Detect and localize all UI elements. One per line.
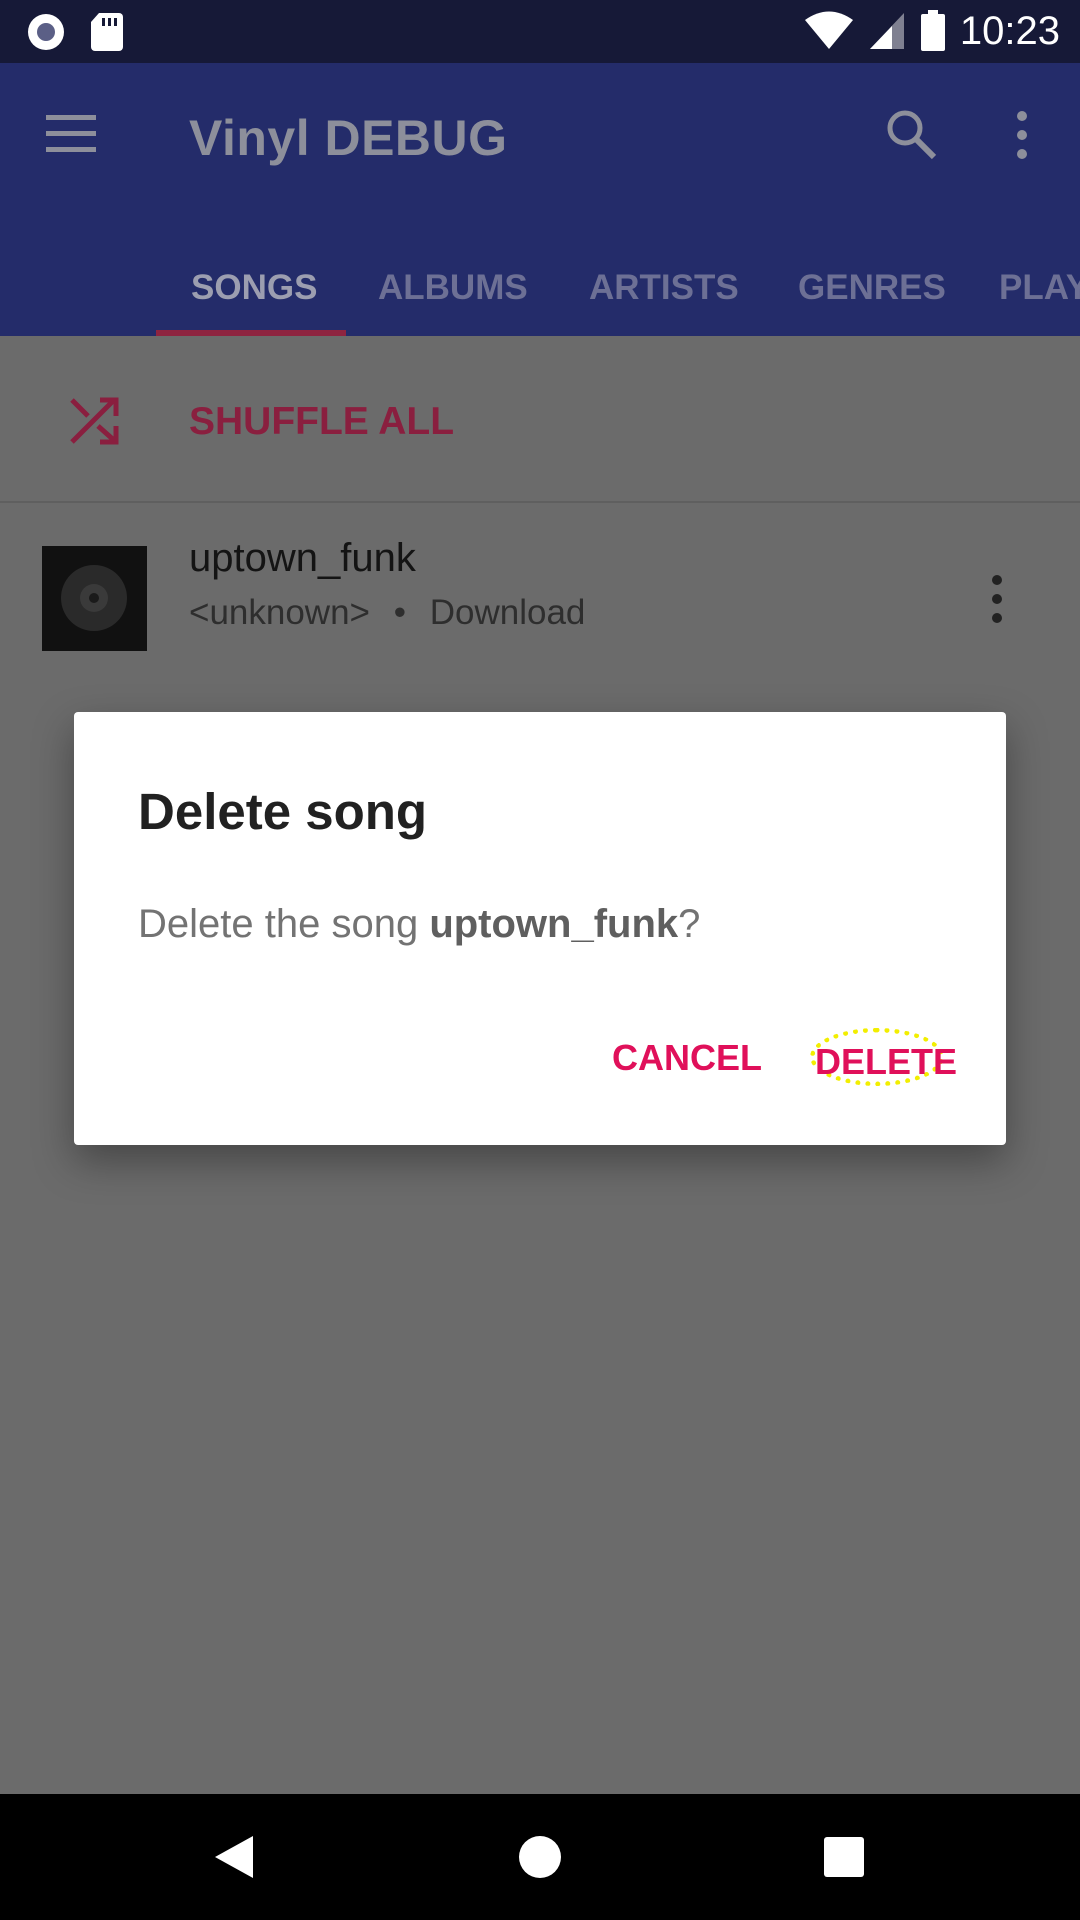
battery-icon	[920, 10, 945, 51]
tab-playlists[interactable]: PLAY	[999, 248, 1080, 336]
wifi-icon	[804, 11, 853, 49]
cancel-button[interactable]: CANCEL	[612, 1037, 762, 1079]
app-title: Vinyl DEBUG	[189, 110, 508, 166]
navigation-bar	[0, 1794, 1080, 1920]
song-subtitle: <unknown> • Download	[189, 593, 585, 633]
dialog-song-name: uptown_funk	[429, 902, 679, 946]
search-icon[interactable]	[884, 107, 940, 163]
menu-icon[interactable]	[46, 113, 100, 155]
status-bar: 10:23	[0, 0, 1080, 63]
dialog-message: Delete the song uptown_funk?	[138, 902, 700, 947]
back-icon[interactable]	[213, 1834, 255, 1880]
tab-albums[interactable]: ALBUMS	[378, 248, 528, 336]
shuffle-all-label: SHUFFLE ALL	[189, 400, 455, 443]
tab-bar: SONGS ALBUMS ARTISTS GENRES PLAY	[0, 248, 1080, 336]
shuffle-icon	[70, 397, 119, 445]
circle-notification-icon	[28, 14, 64, 50]
song-artist: <unknown>	[189, 593, 370, 632]
separator-dot: •	[393, 593, 406, 632]
more-vertical-icon[interactable]	[1010, 109, 1034, 161]
song-list-item[interactable]: uptown_funk <unknown> • Download	[0, 503, 1080, 693]
clock: 10:23	[959, 8, 1060, 53]
shuffle-all-button[interactable]: SHUFFLE ALL	[0, 336, 1080, 503]
song-title: uptown_funk	[189, 536, 416, 580]
song-album: Download	[429, 593, 586, 632]
recents-icon[interactable]	[824, 1837, 864, 1877]
album-art	[42, 546, 147, 651]
tab-artists[interactable]: ARTISTS	[589, 248, 739, 336]
delete-song-dialog: Delete song Delete the song uptown_funk?…	[74, 712, 1006, 1145]
delete-button[interactable]: DELETE	[810, 1028, 957, 1086]
dialog-title: Delete song	[138, 783, 428, 840]
dialog-message-prefix: Delete the song	[138, 902, 430, 946]
home-icon[interactable]	[519, 1836, 561, 1878]
song-more-icon[interactable]	[985, 573, 1009, 625]
tab-genres[interactable]: GENRES	[798, 248, 946, 336]
dialog-message-suffix: ?	[678, 902, 701, 946]
cell-signal-icon	[869, 13, 904, 49]
app-bar: Vinyl DEBUG SONGS ALBUMS ARTISTS GENRES …	[0, 63, 1080, 336]
tab-songs[interactable]: SONGS	[191, 248, 317, 336]
sd-card-icon	[91, 13, 123, 51]
